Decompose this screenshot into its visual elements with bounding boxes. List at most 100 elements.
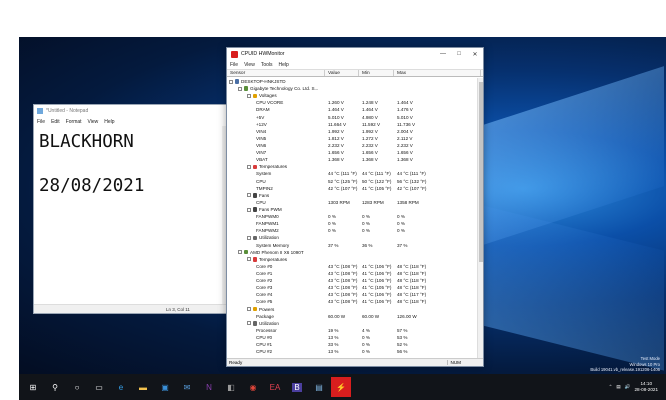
sensor-row[interactable]: Core #5 43 °C (108 °F) 41 °C (106 °F) 48 °C… — [227, 298, 477, 305]
search-icon[interactable]: ⚲ — [45, 377, 65, 397]
sensor-row[interactable]: TMPIN2 42 °C (107 °F) 41 °C (105 °F) 42 °C … — [227, 185, 477, 192]
expand-toggle-icon[interactable] — [247, 235, 251, 240]
expand-toggle-icon[interactable] — [238, 250, 242, 255]
sensor-row[interactable]: +12V 11.664 V 11.592 V 11.736 V — [227, 121, 477, 128]
sensor-max: 1.476 V — [397, 107, 413, 113]
sensor-label: Gigabyte Technology Co. Ltd. S... — [250, 86, 319, 92]
maximize-button[interactable]: □ — [451, 51, 467, 58]
hwmonitor-title-bar[interactable]: CPUID HWMonitor — □ ✕ — [227, 48, 483, 60]
sensor-row[interactable]: Core #4 43 °C (108 °F) 41 °C (106 °F) 48 °C… — [227, 291, 477, 298]
mail-icon[interactable]: ✉ — [177, 377, 197, 397]
menu-view[interactable]: View — [244, 62, 255, 68]
notepad-text-area[interactable]: BLACKHORN 28/08/2021 — [39, 131, 144, 197]
expand-toggle-icon[interactable] — [247, 207, 251, 212]
tree-node[interactable]: Voltages — [227, 92, 477, 99]
sensor-row[interactable]: CPU 1303 RPM 1283 RPM 1358 RPM — [227, 199, 477, 206]
tree-node[interactable]: Powers — [227, 306, 477, 313]
sensor-min: 36 % — [362, 242, 373, 248]
sensor-row[interactable]: FANPWM0 0 % 0 % 0 % — [227, 213, 477, 220]
expand-toggle-icon[interactable] — [247, 321, 251, 326]
menu-view[interactable]: View — [88, 119, 99, 125]
hwmonitor-window[interactable]: CPUID HWMonitor — □ ✕ File View Tools He… — [226, 47, 484, 367]
sensor-row[interactable]: CPU #0 13 % 0 % 53 % — [227, 334, 477, 341]
computer-icon — [234, 79, 239, 84]
minimize-button[interactable]: — — [435, 51, 451, 58]
sensor-row[interactable]: VIN4 1.992 V 1.992 V 2.004 V — [227, 128, 477, 135]
sensor-row[interactable]: Core #3 43 °C (108 °F) 41 °C (105 °F) 48 °C… — [227, 284, 477, 291]
menu-edit[interactable]: Edit — [51, 119, 60, 125]
expand-toggle-icon[interactable] — [247, 257, 251, 262]
clock[interactable]: 14:10 28-08-2021 — [635, 381, 659, 393]
scrollbar-thumb[interactable] — [479, 82, 483, 262]
column-header-min[interactable]: Min — [359, 70, 394, 76]
column-header-value[interactable]: Value — [325, 70, 359, 76]
sensor-row[interactable]: Package 60.00 W 60.00 W 126.00 W — [227, 313, 477, 320]
menu-tools[interactable]: Tools — [261, 62, 273, 68]
expand-toggle-icon[interactable] — [238, 86, 242, 91]
tree-node[interactable]: Utilization — [227, 320, 477, 327]
volume-icon[interactable]: 🔊 — [625, 384, 631, 390]
hwmonitor-scrollbar[interactable] — [477, 78, 483, 358]
chevron-up-icon[interactable]: ⌃ — [609, 384, 613, 390]
task-view-icon[interactable]: ▭ — [89, 377, 109, 397]
sensor-tree[interactable]: DESKTOP-HNKJSTD Gigabyte Technology Co. L… — [227, 78, 477, 358]
column-header-sensor[interactable]: Sensor — [227, 70, 325, 76]
expand-toggle-icon[interactable] — [229, 79, 233, 84]
tree-node[interactable]: Temperatures — [227, 256, 477, 263]
cortana-icon[interactable]: ○ — [67, 377, 87, 397]
chrome-icon[interactable]: ◉ — [243, 377, 263, 397]
sensor-row[interactable]: Core #2 43 °C (108 °F) 41 °C (106 °F) 48 °C… — [227, 277, 477, 284]
network-icon[interactable]: ▤ — [616, 384, 620, 390]
sensor-row[interactable]: Core #1 43 °C (108 °F) 41 °C (106 °F) 48 °C… — [227, 270, 477, 277]
expand-toggle-icon[interactable] — [247, 193, 251, 198]
unknown-app-icon[interactable]: ◧ — [221, 377, 241, 397]
menu-help[interactable]: Help — [104, 119, 114, 125]
ea-app-icon[interactable]: EA — [265, 377, 285, 397]
sensor-row[interactable]: Core #0 43 °C (108 °F) 41 °C (106 °F) 48 °C… — [227, 263, 477, 270]
file-explorer-icon[interactable]: ▬ — [133, 377, 153, 397]
windows-start-icon[interactable]: ⊞ — [23, 377, 43, 397]
sensor-row[interactable]: +5V 5.010 V 4.980 V 5.010 V — [227, 114, 477, 121]
sensor-label: Processor — [256, 327, 277, 333]
tree-node[interactable]: AMD Phenom II X6 1090T — [227, 249, 477, 256]
tree-node[interactable]: Fans — [227, 192, 477, 199]
store-icon[interactable]: ▣ — [155, 377, 175, 397]
tree-node[interactable]: Temperatures — [227, 163, 477, 170]
column-header-max[interactable]: Max — [394, 70, 481, 76]
expand-toggle-icon[interactable] — [247, 164, 251, 169]
sensor-row[interactable]: VIN5 1.812 V 1.272 V 2.112 V — [227, 135, 477, 142]
sensor-row[interactable]: System 44 °C (111 °F) 44 °C (111 °F) 44 °C … — [227, 170, 477, 177]
sensor-max: 1.656 V — [397, 150, 413, 156]
expand-toggle-icon[interactable] — [247, 307, 251, 312]
tree-node[interactable]: Utilization — [227, 234, 477, 241]
sensor-row[interactable]: VBAT 1.368 V 1.368 V 1.368 V — [227, 156, 477, 163]
close-button[interactable]: ✕ — [467, 51, 483, 58]
edge-icon[interactable]: e — [111, 377, 131, 397]
menu-file[interactable]: File — [230, 62, 238, 68]
sensor-row[interactable]: VIN7 1.656 V 1.656 V 1.656 V — [227, 149, 477, 156]
sensor-row[interactable]: VIN6 2.232 V 2.232 V 2.232 V — [227, 142, 477, 149]
sensor-row[interactable]: System Memory 37 % 36 % 37 % — [227, 242, 477, 249]
sensor-value: 37 % — [328, 242, 339, 248]
sensor-row[interactable]: CPU 52 °C (125 °F) 50 °C (122 °F) 56 °C (13… — [227, 178, 477, 185]
expand-toggle-icon[interactable] — [247, 93, 251, 98]
notepad-icon[interactable]: ▤ — [309, 377, 329, 397]
sensor-row[interactable]: FANPWM1 0 % 0 % 0 % — [227, 220, 477, 227]
notepad-window[interactable]: *Untitled - Notepad File Edit Format Vie… — [33, 104, 229, 314]
menu-file[interactable]: File — [37, 119, 45, 125]
menu-help[interactable]: Help — [279, 62, 289, 68]
sensor-row[interactable]: CPU #2 13 % 0 % 56 % — [227, 348, 477, 355]
notepad-title-bar[interactable]: *Untitled - Notepad — [34, 105, 228, 117]
sensor-row[interactable]: FANPWM2 0 % 0 % 0 % — [227, 227, 477, 234]
hwmonitor-icon[interactable]: ⚡ — [331, 377, 351, 397]
sensor-row[interactable]: DRAM 1.464 V 1.464 V 1.476 V — [227, 106, 477, 113]
purple-app-icon[interactable]: B — [287, 377, 307, 397]
menu-format[interactable]: Format — [66, 119, 82, 125]
sensor-row[interactable]: Processor 19 % 4 % 57 % — [227, 327, 477, 334]
sensor-row[interactable]: CPU VCORE 1.260 V 1.248 V 1.464 V — [227, 99, 477, 106]
tree-node[interactable]: Gigabyte Technology Co. Ltd. S... — [227, 85, 477, 92]
onenote-icon[interactable]: N — [199, 377, 219, 397]
sensor-row[interactable]: CPU #1 33 % 0 % 52 % — [227, 341, 477, 348]
tree-node[interactable]: DESKTOP-HNKJSTD — [227, 78, 477, 85]
tree-node[interactable]: Fans PWM — [227, 206, 477, 213]
